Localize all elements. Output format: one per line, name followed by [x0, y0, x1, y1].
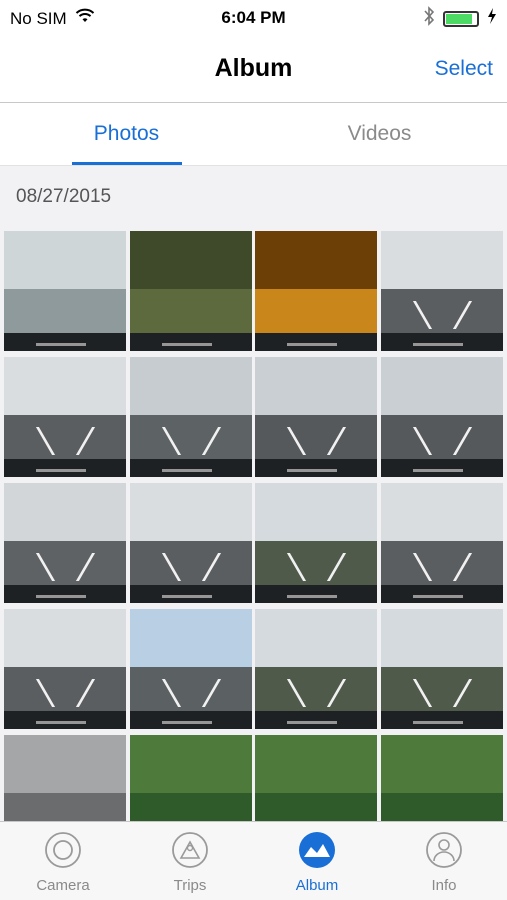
photo-thumbnail[interactable] — [381, 483, 503, 603]
photo-thumbnail[interactable] — [4, 609, 126, 729]
photo-thumbnail[interactable] — [255, 609, 377, 729]
media-segmented-control: Photos Videos — [0, 103, 507, 166]
tab-videos-label: Videos — [347, 122, 412, 145]
photo-thumbnail[interactable] — [255, 735, 377, 822]
photo-thumbnail[interactable] — [4, 483, 126, 603]
tabbar-item-trips[interactable]: Trips — [127, 822, 253, 900]
photo-thumbnail[interactable] — [130, 483, 252, 603]
navigation-bar: Album Select — [0, 38, 507, 103]
photo-thumbnail[interactable] — [130, 231, 252, 351]
tabbar-label-info: Info — [431, 877, 457, 894]
photo-thumbnail[interactable] — [255, 357, 377, 477]
battery-icon — [443, 10, 479, 27]
trips-icon — [171, 831, 209, 869]
tabbar-label-camera: Camera — [36, 877, 90, 894]
section-date: 08/27/2015 — [16, 186, 112, 207]
bluetooth-icon — [423, 6, 435, 31]
photo-thumbnail[interactable] — [4, 231, 126, 351]
photo-thumbnail[interactable] — [4, 357, 126, 477]
album-icon — [298, 831, 336, 869]
tabbar-label-album: Album — [295, 877, 339, 894]
photo-thumbnail[interactable] — [255, 483, 377, 603]
photo-thumbnail[interactable] — [381, 735, 503, 822]
photo-thumbnail[interactable] — [130, 357, 252, 477]
tab-videos[interactable]: Videos — [253, 103, 506, 165]
page-title: Album — [214, 54, 293, 82]
charging-icon — [487, 8, 497, 29]
tabbar-item-camera[interactable]: Camera — [0, 822, 126, 900]
section-header: 08/27/2015 — [0, 166, 507, 228]
info-icon — [425, 831, 463, 869]
tab-photos-label: Photos — [93, 122, 160, 145]
photo-thumbnail[interactable] — [381, 231, 503, 351]
camera-icon — [44, 831, 82, 869]
status-right — [423, 6, 497, 31]
tabbar-item-album[interactable]: Album — [254, 822, 380, 900]
tab-bar: Camera Trips Album Info — [0, 821, 507, 900]
photo-thumbnail[interactable] — [130, 735, 252, 822]
photo-grid — [0, 228, 507, 822]
photo-thumbnail[interactable] — [381, 609, 503, 729]
status-bar: No SIM 6:04 PM — [0, 0, 507, 38]
active-tab-indicator — [72, 162, 182, 165]
tabbar-item-info[interactable]: Info — [381, 822, 507, 900]
photo-thumbnail[interactable] — [255, 231, 377, 351]
photo-thumbnail[interactable] — [4, 735, 126, 822]
tabbar-label-trips: Trips — [173, 877, 207, 894]
tab-photos[interactable]: Photos — [0, 103, 253, 165]
photo-thumbnail[interactable] — [381, 357, 503, 477]
select-button[interactable]: Select — [435, 57, 493, 81]
photo-thumbnail[interactable] — [130, 609, 252, 729]
